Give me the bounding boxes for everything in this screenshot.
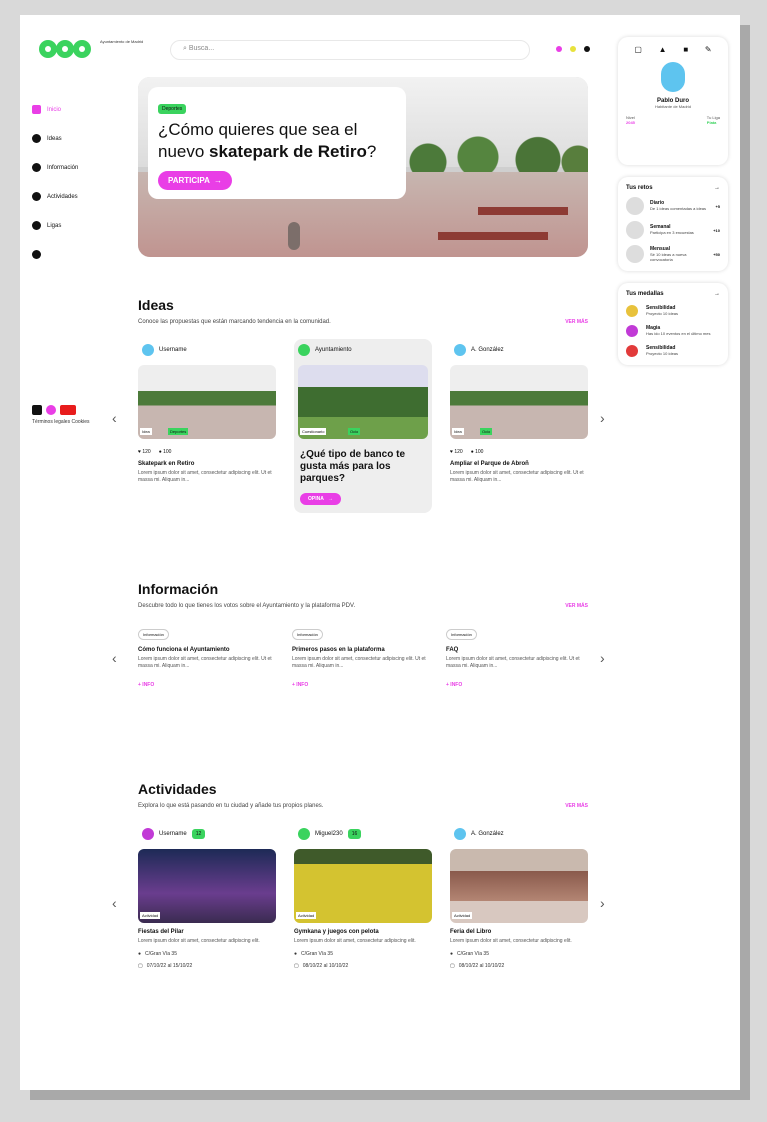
idea-card[interactable]: A. González Idea Ocio ♥ 120 ● 100 Ampliar … xyxy=(450,339,588,513)
tiktok-icon[interactable] xyxy=(32,405,42,415)
section-title: Actividades xyxy=(138,781,217,797)
arrow-right-icon: → xyxy=(213,176,222,185)
sidebar-item-label: Información xyxy=(47,164,79,171)
bookmark-icon[interactable]: ■ xyxy=(683,45,688,54)
sidebar-item-informacion[interactable]: Información xyxy=(32,153,78,182)
location-icon: ● xyxy=(450,951,454,957)
sidebar-item-ligas[interactable]: Ligas xyxy=(32,211,78,240)
medal-item[interactable]: Sensibilidad Proyecto 10 ideas xyxy=(626,305,720,317)
shield-icon xyxy=(32,221,41,230)
idea-card[interactable]: Username Idea Deportes ♥ 120 ● 100 Skatepa… xyxy=(138,339,276,513)
prev-arrow[interactable]: ‹ xyxy=(112,650,117,666)
survey-card[interactable]: Ayuntamiento Cuestionario Ocio ¿Qué tipo … xyxy=(294,339,432,513)
social-links: Términos legales Cookies xyxy=(32,405,92,426)
medal-icon xyxy=(626,305,638,317)
legal-links[interactable]: Términos legales Cookies xyxy=(32,419,92,426)
user-subtitle: Habitante de Madrid xyxy=(654,104,692,109)
sidebar-item-help[interactable] xyxy=(32,240,78,269)
level-value: 2045 xyxy=(626,120,635,125)
medals-card: Tus medallas → Sensibilidad Proyecto 10 id… xyxy=(618,283,728,365)
challenge-item[interactable]: Semanal Participa en 3 encuestas +10 xyxy=(626,221,720,239)
help-icon xyxy=(32,250,41,259)
league-value: Plata xyxy=(706,120,717,125)
profile-card: ▢ ▲ ■ ✎ Pablo Duro Habitante de Madrid N… xyxy=(618,37,728,165)
calendar-icon: ▢ xyxy=(138,963,143,969)
medal-item[interactable]: Magia Has ido 10 eventos en el último mes xyxy=(626,325,720,337)
sidebar-item-inicio[interactable]: Inicio xyxy=(32,95,78,124)
black-dot[interactable] xyxy=(584,46,590,52)
logo-subtitle: Ayuntamiento de Madrid xyxy=(100,39,144,44)
pdv-logo[interactable] xyxy=(38,35,92,63)
right-panel: ▢ ▲ ■ ✎ Pablo Duro Habitante de Madrid N… xyxy=(618,37,728,365)
bell-icon[interactable]: ▲ xyxy=(659,45,667,54)
prev-arrow[interactable]: ‹ xyxy=(112,410,117,426)
activity-card[interactable]: A. González Actividad Feria del Libro Lo… xyxy=(450,823,588,969)
medal-icon xyxy=(626,345,638,357)
medal-item[interactable]: Sensibilidad Proyecto 10 ideas xyxy=(626,345,720,357)
ideas-section: Ideas Conoce las propuestas que están ma… xyxy=(138,297,588,513)
hero-card: Deportes ¿Cómo quieres que sea el nuevo … xyxy=(148,87,406,199)
arrow-right-icon[interactable]: → xyxy=(714,291,720,297)
sidebar-item-ideas[interactable]: Ideas xyxy=(32,124,78,153)
arrow-right-icon[interactable]: → xyxy=(714,185,720,191)
medal-icon xyxy=(626,325,638,337)
ver-mas-link[interactable]: VER MÁS xyxy=(565,603,588,609)
hero-banner: Deportes ¿Cómo quieres que sea el nuevo … xyxy=(138,77,588,257)
pin-icon xyxy=(32,134,41,143)
info-card[interactable]: Información Primeros pasos en la platafor… xyxy=(292,623,432,688)
theme-switcher[interactable] xyxy=(556,46,590,52)
page: Ayuntamiento de Madrid ⌕ Busca... Inicio… xyxy=(20,15,740,1090)
challenge-item[interactable]: Diario De 1 ideas comentadas a ideas +5 xyxy=(626,197,720,215)
location-icon: ● xyxy=(294,951,298,957)
next-arrow[interactable]: › xyxy=(600,650,605,666)
info-section: Información Descubre todo lo que tienes … xyxy=(138,581,588,688)
calendar-icon: ▢ xyxy=(450,963,455,969)
sidebar-item-label: Inicio xyxy=(47,106,62,113)
sidebar-item-label: Ideas xyxy=(47,135,62,142)
participa-button[interactable]: PARTICIPA → xyxy=(158,171,232,190)
location-icon: ● xyxy=(138,951,142,957)
opina-button[interactable]: OPINA → xyxy=(300,493,341,505)
activities-section: Actividades Explora lo que está pasando … xyxy=(138,781,588,969)
home-icon xyxy=(32,105,41,114)
activity-card[interactable]: Miguel230 16 Actividad Gymkana y juegos c… xyxy=(294,823,432,969)
ver-mas-link[interactable]: VER MÁS xyxy=(565,319,588,325)
sidebar-item-label: Ligas xyxy=(47,222,62,229)
avatar[interactable] xyxy=(661,62,685,92)
section-title: Información xyxy=(138,581,219,597)
next-arrow[interactable]: › xyxy=(600,895,605,911)
search-input[interactable]: ⌕ Busca... xyxy=(170,40,530,60)
sidebar-item-label: Actividades xyxy=(47,193,78,200)
hero-title: ¿Cómo quieres que sea el nuevo skatepark… xyxy=(158,120,377,161)
calendar-icon: ▢ xyxy=(294,963,299,969)
location-icon xyxy=(32,192,41,201)
youtube-icon[interactable] xyxy=(60,405,76,415)
hero-tag: Deportes xyxy=(158,104,187,114)
info-icon xyxy=(32,163,41,172)
info-card[interactable]: Información FAQ Lorem ipsum dolor sit amet… xyxy=(446,623,586,688)
search-placeholder: Busca... xyxy=(188,45,215,52)
challenge-item[interactable]: Mensual Sé 10 ideas a nueva convocatoria +… xyxy=(626,245,720,263)
calendar-icon[interactable]: ▢ xyxy=(634,45,642,54)
next-arrow[interactable]: › xyxy=(600,410,605,426)
sidebar-nav: Inicio Ideas Información Actividades Lig… xyxy=(32,95,78,269)
challenges-card: Tus retos → Diario De 1 ideas comentadas a… xyxy=(618,177,728,271)
sidebar-item-actividades[interactable]: Actividades xyxy=(32,182,78,211)
section-title: Ideas xyxy=(138,297,174,313)
activity-card[interactable]: Username 12 Actividad Fiestas del Pilar L… xyxy=(138,823,276,969)
prev-arrow[interactable]: ‹ xyxy=(112,895,117,911)
medals-title: Tus medallas xyxy=(626,291,664,297)
settings-icon[interactable]: ✎ xyxy=(705,45,712,54)
pink-dot[interactable] xyxy=(556,46,562,52)
instagram-icon[interactable] xyxy=(46,405,56,415)
yellow-dot[interactable] xyxy=(570,46,576,52)
ver-mas-link[interactable]: VER MÁS xyxy=(565,803,588,809)
challenges-title: Tus retos xyxy=(626,185,653,191)
info-card[interactable]: Información Cómo funciona el Ayuntamiento… xyxy=(138,623,278,688)
